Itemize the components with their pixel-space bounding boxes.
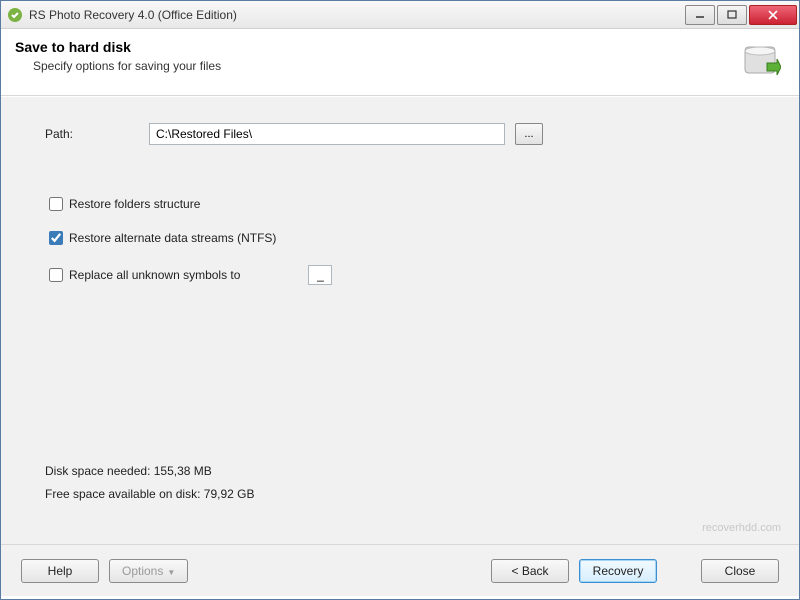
watermark: recoverhdd.com (702, 522, 781, 534)
disk-needed-value: 155,38 MB (154, 464, 212, 478)
footer: Help Options ▼ < Back Recovery Close (1, 544, 799, 596)
browse-button[interactable]: ... (515, 123, 543, 145)
restore-folders-label[interactable]: Restore folders structure (69, 197, 200, 211)
replace-symbols-checkbox[interactable] (49, 268, 63, 282)
close-window-button[interactable] (749, 5, 797, 25)
form-body: Path: ... Restore folders structure Rest… (1, 96, 799, 544)
disk-free-label: Free space available on disk: (45, 487, 200, 501)
close-button[interactable]: Close (701, 559, 779, 583)
footer-right: < Back Recovery Close (491, 559, 779, 583)
options-button-label: Options (122, 564, 163, 578)
restore-ads-label[interactable]: Restore alternate data streams (NTFS) (69, 231, 276, 245)
disk-info: Disk space needed: 155,38 MB Free space … (45, 460, 254, 506)
path-label: Path: (45, 127, 149, 141)
path-row: Path: ... (45, 123, 763, 145)
path-input[interactable] (149, 123, 505, 145)
page-header: Save to hard disk Specify options for sa… (1, 29, 799, 96)
page-title: Save to hard disk (15, 39, 739, 55)
content-area: Save to hard disk Specify options for sa… (1, 29, 799, 600)
recovery-button[interactable]: Recovery (579, 559, 657, 583)
titlebar: RS Photo Recovery 4.0 (Office Edition) (1, 1, 799, 29)
footer-left: Help Options ▼ (21, 559, 188, 583)
restore-ads-checkbox[interactable] (49, 231, 63, 245)
maximize-button[interactable] (717, 5, 747, 25)
app-icon (7, 7, 23, 23)
minimize-button[interactable] (685, 5, 715, 25)
disk-save-icon (739, 39, 781, 81)
header-text: Save to hard disk Specify options for sa… (15, 39, 739, 81)
back-button[interactable]: < Back (491, 559, 569, 583)
disk-needed-label: Disk space needed: (45, 464, 150, 478)
options-button[interactable]: Options ▼ (109, 559, 188, 583)
restore-ads-row: Restore alternate data streams (NTFS) (49, 231, 763, 245)
disk-free-value: 79,92 GB (204, 487, 255, 501)
page-subtitle: Specify options for saving your files (15, 59, 739, 73)
disk-needed-line: Disk space needed: 155,38 MB (45, 460, 254, 483)
restore-folders-row: Restore folders structure (49, 197, 763, 211)
replace-symbols-row: Replace all unknown symbols to (49, 265, 763, 285)
restore-folders-checkbox[interactable] (49, 197, 63, 211)
chevron-down-icon: ▼ (167, 568, 175, 577)
window-title: RS Photo Recovery 4.0 (Office Edition) (29, 8, 685, 22)
app-window: RS Photo Recovery 4.0 (Office Edition) S… (0, 0, 800, 600)
disk-free-line: Free space available on disk: 79,92 GB (45, 483, 254, 506)
window-buttons (685, 5, 797, 25)
replace-char-input[interactable] (308, 265, 332, 285)
help-button[interactable]: Help (21, 559, 99, 583)
replace-symbols-label[interactable]: Replace all unknown symbols to (69, 268, 240, 282)
